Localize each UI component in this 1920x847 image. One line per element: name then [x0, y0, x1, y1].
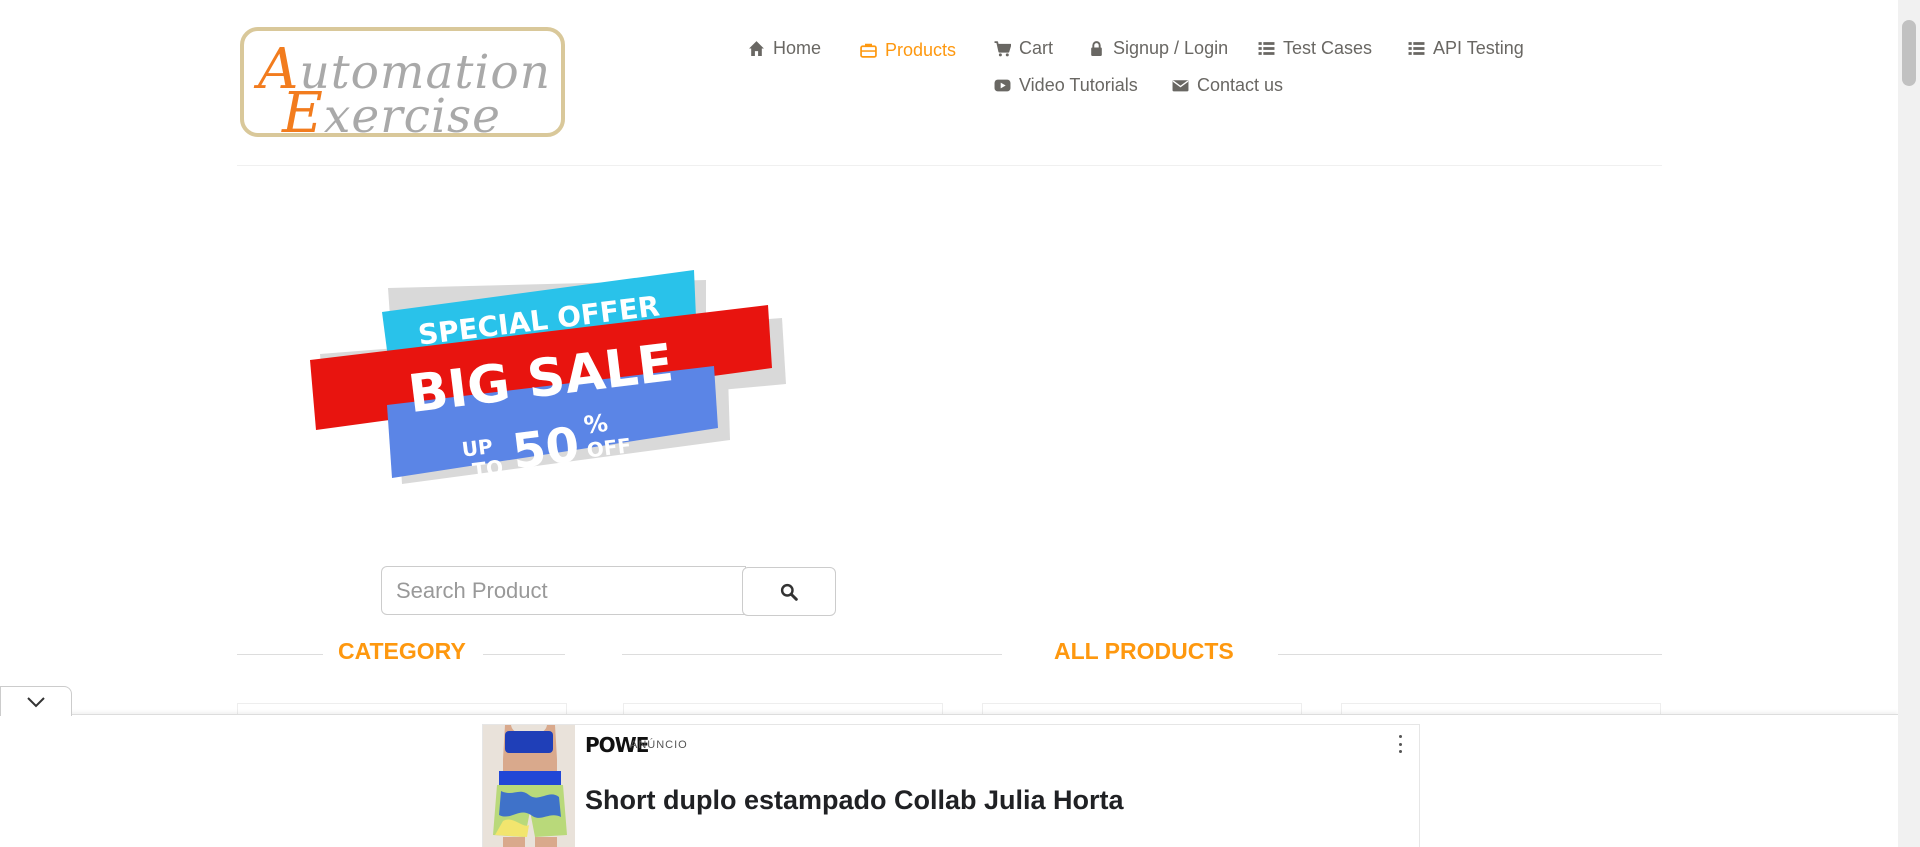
nav-home[interactable]: Home	[748, 38, 821, 59]
header-divider	[237, 165, 1662, 166]
cart-icon	[994, 41, 1011, 57]
ad-unit[interactable]: POWE ANÚNCIO Short duplo estampado Colla…	[482, 724, 1420, 847]
nav-products[interactable]: Products	[860, 40, 956, 61]
page: Automation Exercise Home Products Cart S…	[0, 0, 1898, 847]
banner-percent-value: 50	[509, 417, 582, 481]
all-products-title: ALL PRODUCTS	[1054, 638, 1234, 664]
search-icon	[780, 583, 798, 601]
page-scrollbar[interactable]	[1898, 0, 1920, 847]
nav-video-tutorials[interactable]: Video Tutorials	[994, 75, 1138, 96]
briefcase-icon	[860, 43, 877, 58]
nav-api-testing[interactable]: API Testing	[1408, 38, 1524, 59]
chevron-down-icon	[27, 696, 45, 707]
ad-label: ANÚNCIO	[630, 739, 688, 751]
list-icon	[1258, 42, 1275, 55]
banner-percent-sign: %	[582, 409, 609, 440]
products-rule-right	[1278, 654, 1662, 655]
lock-icon	[1091, 41, 1102, 56]
ad-title[interactable]: Short duplo estampado Collab Julia Horta	[585, 785, 1124, 816]
home-icon	[749, 41, 764, 56]
products-rule-left	[622, 654, 1002, 655]
logo-line-2: Exercise	[282, 81, 501, 146]
nav-contact-us[interactable]: Contact us	[1172, 75, 1283, 96]
scrollbar-thumb[interactable]	[1902, 20, 1916, 86]
banner-off: OFF	[585, 433, 632, 462]
nav-signup-login[interactable]: Signup / Login	[1088, 38, 1228, 59]
youtube-icon	[994, 79, 1011, 92]
category-rule-right	[483, 654, 565, 655]
ad-options-icon[interactable]	[1393, 735, 1407, 753]
envelope-icon	[1172, 80, 1189, 92]
special-offer-banner: SPECIAL OFFER BIG SALE UP TO 50 % OFF	[310, 270, 786, 484]
banner-to: TO	[471, 455, 504, 483]
ad-collapse-toggle[interactable]	[0, 686, 72, 716]
search-button[interactable]	[742, 567, 836, 616]
search-product-input[interactable]	[381, 566, 746, 615]
nav-test-cases[interactable]: Test Cases	[1258, 38, 1372, 59]
category-rule-left	[237, 654, 323, 655]
category-title: CATEGORY	[338, 638, 466, 664]
nav-cart[interactable]: Cart	[994, 38, 1053, 59]
site-logo[interactable]: Automation Exercise	[240, 27, 565, 146]
ad-product-image	[483, 725, 575, 847]
list-icon	[1408, 42, 1425, 55]
